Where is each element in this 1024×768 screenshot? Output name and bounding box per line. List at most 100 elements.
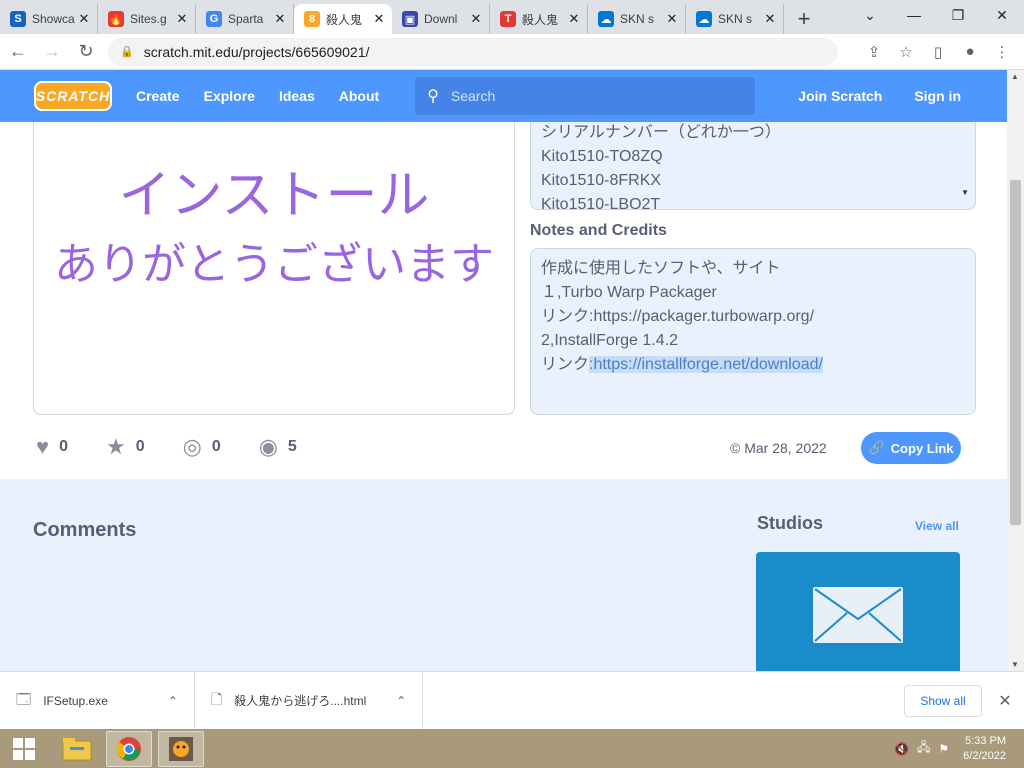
reload-icon[interactable]: ↻ <box>70 36 102 68</box>
join-scratch-link[interactable]: Join Scratch <box>798 88 882 104</box>
scroll-down-arrow-icon[interactable]: ▼ <box>961 181 969 205</box>
notes-line: 2,InstallForge 1.4.2 <box>541 332 678 349</box>
back-icon[interactable]: ← <box>2 36 34 68</box>
notes-box[interactable]: 作成に使用したソフトや、サイト １,Turbo Warp Packager リン… <box>530 248 976 415</box>
forward-icon[interactable]: → <box>36 36 68 68</box>
chevron-up-icon[interactable]: ⌃ <box>396 694 406 708</box>
menu-kebab-icon[interactable]: ⋮ <box>986 36 1018 68</box>
restore-icon[interactable]: ❐ <box>936 0 980 30</box>
scroll-up-icon[interactable]: ▲ <box>1011 72 1019 81</box>
downloads-bar: 🗔 IFSetup.exe ⌃ 🗋 殺人鬼から逃げろ....html ⌃ Sho… <box>0 671 1024 730</box>
new-tab-button[interactable]: + <box>784 4 824 34</box>
scroll-down-icon[interactable]: ▼ <box>1011 660 1019 669</box>
tab-title: SKN s <box>620 12 655 26</box>
nav-explore[interactable]: Explore <box>204 88 255 104</box>
url-input[interactable]: 🔒 scratch.mit.edu/projects/665609021/ <box>108 37 838 66</box>
download-item[interactable]: 🗔 IFSetup.exe ⌃ <box>0 671 195 730</box>
action-center-icon[interactable]: ⚑ <box>938 742 949 756</box>
network-icon[interactable]: 🖧 <box>917 738 930 759</box>
browser-tab[interactable]: 🔥 Sites.g ✕ <box>98 4 196 34</box>
bookmark-star-icon[interactable]: ☆ <box>890 36 922 68</box>
tab-search-icon[interactable]: ⌄ <box>848 0 892 30</box>
close-window-icon[interactable]: ✕ <box>980 0 1024 30</box>
search-input[interactable]: ⚲ Search <box>415 77 756 115</box>
copy-link-button[interactable]: 🔗 Copy Link <box>861 432 961 464</box>
notes-link-prefix: リンク <box>541 356 590 373</box>
stage-text-line1: インストール <box>118 167 430 225</box>
tab-close-icon[interactable]: ✕ <box>175 11 189 27</box>
share-icon[interactable]: ⇪ <box>858 36 890 68</box>
remix-spiral-icon: ◎ <box>182 434 202 459</box>
instructions-line: シリアルナンバー（どれか一つ） <box>541 124 781 141</box>
scratch-app-icon[interactable] <box>158 730 204 767</box>
start-button[interactable] <box>0 729 48 768</box>
tab-close-icon[interactable]: ✕ <box>372 11 386 27</box>
star-icon: ★ <box>105 434 126 459</box>
comments-title: Comments <box>33 519 137 541</box>
favorite-stat[interactable]: ★ 0 <box>106 434 145 460</box>
notes-link[interactable]: :https://installforge.net/download/ <box>589 356 823 373</box>
notes-line: リンク:https://packager.turbowarp.org/ <box>541 308 815 325</box>
project-page: インストール ありがとうございます シリアルナンバー（どれか一つ） Kito15… <box>0 122 1007 671</box>
nav-create[interactable]: Create <box>136 88 180 104</box>
tab-close-icon[interactable]: ✕ <box>567 11 581 27</box>
browser-tab[interactable]: 8 殺人鬼 ✕ <box>294 4 392 34</box>
browser-tab[interactable]: ▣ Downl ✕ <box>392 4 490 34</box>
show-all-button[interactable]: Show all <box>904 684 982 717</box>
stage-text-line2: ありがとうございます <box>54 240 494 289</box>
browser-tab[interactable]: G Sparta ✕ <box>196 4 294 34</box>
scrollbar-thumb[interactable] <box>1010 180 1021 525</box>
profile-avatar-icon[interactable]: ● <box>954 36 986 68</box>
project-date: © Mar 28, 2022 <box>730 440 827 456</box>
notes-title: Notes and Credits <box>530 222 667 239</box>
chrome-icon[interactable] <box>106 730 152 767</box>
clock-time: 5:33 PM <box>965 734 1006 747</box>
studio-thumbnail[interactable] <box>756 552 960 671</box>
lock-icon[interactable]: 🔒 <box>120 45 134 58</box>
project-stage[interactable]: インストール ありがとうございます <box>33 122 515 415</box>
file-explorer-icon[interactable] <box>54 731 100 767</box>
eye-icon: ◉ <box>258 434 278 459</box>
search-placeholder: Search <box>450 88 496 104</box>
instructions-box[interactable]: シリアルナンバー（どれか一つ） Kito1510-TO8ZQ Kito1510-… <box>530 122 976 210</box>
close-icon[interactable]: ✕ <box>992 691 1018 711</box>
view-all-link[interactable]: View all <box>915 519 959 533</box>
chevron-up-icon[interactable]: ⌃ <box>168 694 178 708</box>
sidepanel-icon[interactable]: ▯ <box>922 36 954 68</box>
browser-tab[interactable]: ☁ SKN s ✕ <box>588 4 686 34</box>
browser-tab[interactable]: ☁ SKN s ✕ <box>686 4 784 34</box>
scratch-navbar: SCRATCH Create Explore Ideas About ⚲ Sea… <box>0 70 1007 122</box>
instructions-line: Kito1510-8FRKX <box>541 172 662 189</box>
minimize-icon[interactable]: — <box>892 0 936 30</box>
scratch-logo[interactable]: SCRATCH <box>34 81 112 111</box>
address-bar: ← → ↻ 🔒 scratch.mit.edu/projects/6656090… <box>0 34 1024 70</box>
toolbar-right: ⇪ ☆ ▯ ● ⋮ <box>858 36 1018 68</box>
notes-line: リンク:https://installforge.net/download/ <box>541 353 965 377</box>
tab-favicon-icon: S <box>10 11 26 27</box>
tab-close-icon[interactable]: ✕ <box>77 11 91 27</box>
link-icon: 🔗 <box>868 440 885 455</box>
envelope-icon <box>813 586 903 643</box>
page-scrollbar[interactable]: ▲ ▼ <box>1007 70 1024 671</box>
nav-about[interactable]: About <box>339 88 379 104</box>
windows-logo-icon <box>13 737 35 760</box>
tab-title: Sites.g <box>130 12 167 26</box>
volume-muted-icon[interactable]: 🔇 <box>894 742 909 756</box>
browser-tab[interactable]: T 殺人鬼 ✕ <box>490 4 588 34</box>
tab-favicon-icon: T <box>500 11 516 27</box>
browser-tab[interactable]: S Showca ✕ <box>0 4 98 34</box>
love-stat[interactable]: ♥ 0 <box>36 434 68 460</box>
nav-ideas[interactable]: Ideas <box>279 88 315 104</box>
tab-close-icon[interactable]: ✕ <box>763 11 777 27</box>
tab-close-icon[interactable]: ✕ <box>273 11 287 27</box>
tab-close-icon[interactable]: ✕ <box>469 11 483 27</box>
system-clock[interactable]: 5:33 PM 6/2/2022 <box>963 734 1006 764</box>
tab-close-icon[interactable]: ✕ <box>665 11 679 27</box>
view-stat: ◉ 5 <box>259 434 297 460</box>
project-stats: ♥ 0 ★ 0 ◎ 0 ◉ 5 <box>36 434 335 460</box>
studios-title: Studios <box>757 513 823 533</box>
nav-auth: Join Scratch Sign in <box>766 88 961 104</box>
sign-in-link[interactable]: Sign in <box>914 88 961 104</box>
installer-file-icon: 🗔 <box>16 690 32 707</box>
download-item[interactable]: 🗋 殺人鬼から逃げろ....html ⌃ <box>195 671 424 730</box>
